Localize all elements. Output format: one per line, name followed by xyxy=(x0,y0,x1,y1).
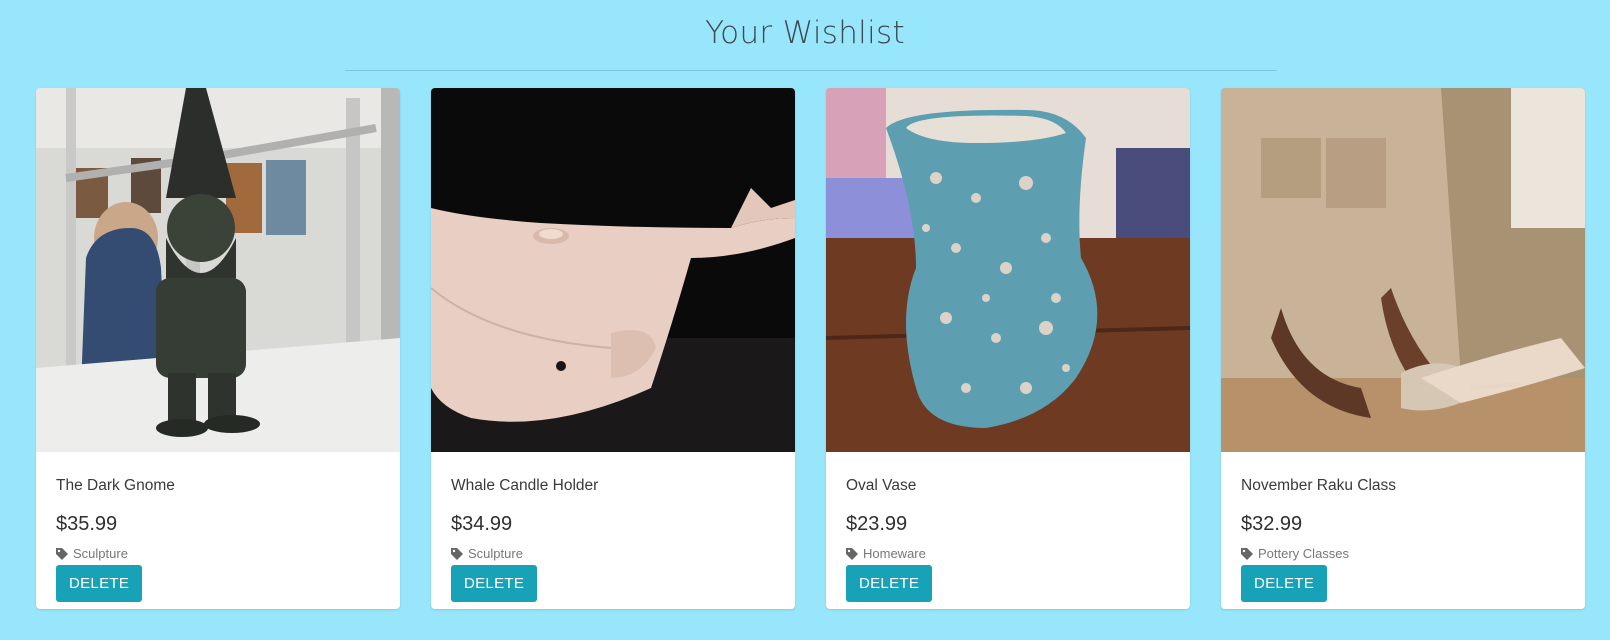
product-name[interactable]: Whale Candle Holder xyxy=(451,476,775,496)
tag-icon xyxy=(1241,548,1253,560)
product-price: $35.99 xyxy=(56,513,118,535)
wishlist-card: The Dark Gnome $35.99 Sculpture DELETE xyxy=(36,88,400,609)
tag-icon xyxy=(56,548,68,560)
wishlist-grid: The Dark Gnome $35.99 Sculpture DELETE W… xyxy=(36,88,1586,609)
category-label: Sculpture xyxy=(468,546,523,561)
product-name[interactable]: The Dark Gnome xyxy=(56,476,380,496)
product-price: $23.99 xyxy=(846,513,908,535)
wishlist-page: Your Wishlist The Dark Gnome $35.99 Scul… xyxy=(0,0,1610,640)
title-divider xyxy=(345,70,1277,71)
wishlist-card: Whale Candle Holder $34.99 Sculpture DEL… xyxy=(431,88,795,609)
category-label: Pottery Classes xyxy=(1258,546,1350,561)
product-price: $32.99 xyxy=(1241,513,1303,535)
product-name[interactable]: Oval Vase xyxy=(846,476,1170,496)
tag-icon xyxy=(451,548,463,560)
product-image[interactable] xyxy=(431,88,795,452)
category-label: Homeware xyxy=(863,546,926,561)
product-category: Pottery Classes xyxy=(1241,546,1565,562)
product-category: Homeware xyxy=(846,546,1170,562)
product-category: Sculpture xyxy=(56,546,380,562)
category-label: Sculpture xyxy=(73,546,128,561)
product-image[interactable] xyxy=(826,88,1190,452)
delete-button[interactable]: DELETE xyxy=(1241,565,1328,602)
delete-button[interactable]: DELETE xyxy=(451,565,538,602)
wishlist-card: November Raku Class $32.99 Pottery Class… xyxy=(1221,88,1585,609)
page-title: Your Wishlist xyxy=(705,15,905,51)
delete-button[interactable]: DELETE xyxy=(56,565,143,602)
wishlist-card: Oval Vase $23.99 Homeware DELETE xyxy=(826,88,1190,609)
product-price: $34.99 xyxy=(451,513,513,535)
product-category: Sculpture xyxy=(451,546,775,562)
tag-icon xyxy=(846,548,858,560)
product-image[interactable] xyxy=(36,88,400,452)
product-name[interactable]: November Raku Class xyxy=(1241,476,1565,496)
product-image[interactable] xyxy=(1221,88,1585,452)
delete-button[interactable]: DELETE xyxy=(846,565,933,602)
